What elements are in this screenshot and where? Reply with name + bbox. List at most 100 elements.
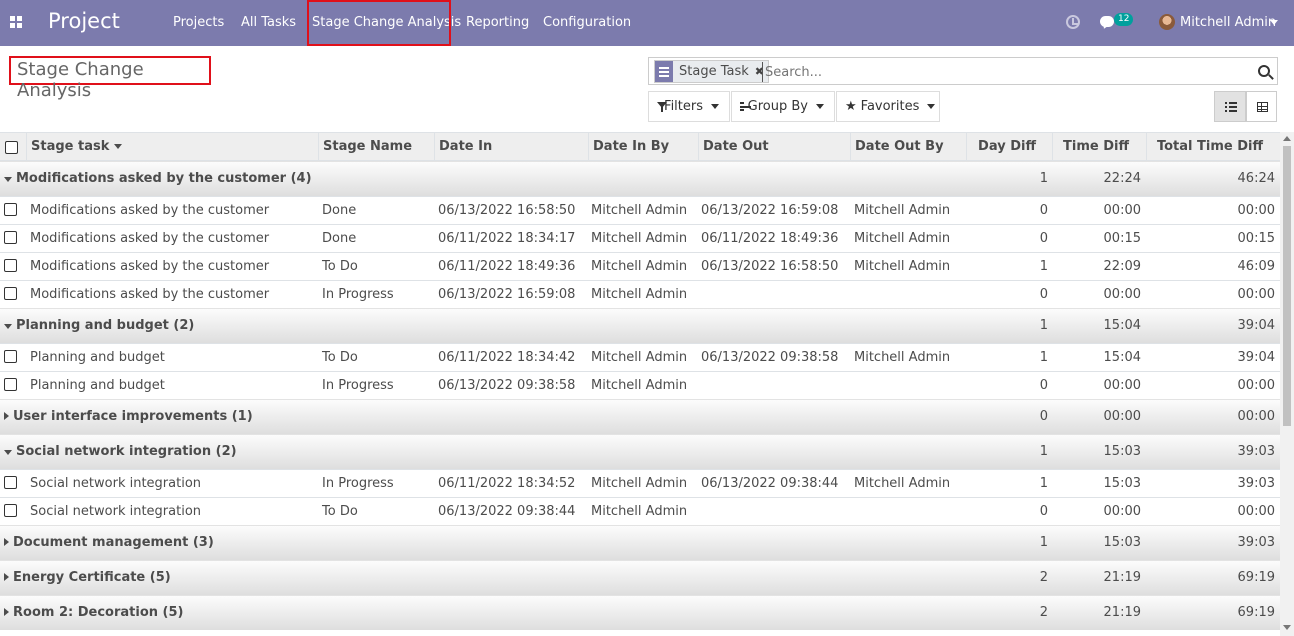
cell-stage-name: To Do	[322, 259, 358, 274]
table-row[interactable]: Modifications asked by the customer In Pr…	[0, 280, 1280, 308]
app-brand[interactable]: Project	[48, 9, 120, 33]
caret-down-icon	[4, 324, 12, 329]
col-stage-name[interactable]: Stage Name	[318, 133, 434, 160]
menu-all-tasks[interactable]: All Tasks	[241, 15, 296, 30]
row-checkbox[interactable]	[4, 476, 17, 489]
scroll-thumb[interactable]	[1283, 146, 1291, 426]
row-checkbox[interactable]	[4, 504, 17, 517]
cell-day-diff: 0	[1039, 287, 1048, 302]
caret-right-icon	[4, 412, 9, 420]
caret-down-icon	[4, 177, 12, 182]
user-menu[interactable]: Mitchell Admin	[1180, 15, 1276, 30]
cell-stage-name: In Progress	[322, 378, 394, 393]
pivot-view-button[interactable]	[1246, 91, 1277, 122]
cell-date-in: 06/13/2022 16:58:50	[438, 203, 576, 218]
menu-highlight-box	[307, 0, 451, 46]
filters-button[interactable]: Filters	[648, 91, 730, 122]
row-checkbox[interactable]	[4, 203, 17, 216]
cell-stage-task: Modifications asked by the customer	[30, 259, 270, 274]
cell-date-in-by: Mitchell Admin	[591, 231, 688, 246]
cell-stage-task: Modifications asked by the customer	[30, 287, 270, 302]
col-date-in[interactable]: Date In	[434, 133, 588, 160]
group-by-icon	[655, 61, 673, 82]
cell-total-time-diff: 00:15	[1237, 231, 1275, 246]
group-day-diff: 1	[1039, 171, 1048, 186]
cell-date-out: 06/13/2022 16:59:08	[701, 203, 839, 218]
col-stage-task[interactable]: Stage task	[26, 133, 318, 160]
group-total: 69:19	[1237, 605, 1275, 620]
cell-date-in: 06/13/2022 09:38:58	[438, 378, 576, 393]
group-row[interactable]: Document management (3) 1 15:03 39:03	[0, 525, 1280, 560]
caret-right-icon	[4, 608, 9, 616]
table-row[interactable]: Modifications asked by the customer Done 0…	[0, 196, 1280, 224]
cell-date-in-by: Mitchell Admin	[591, 504, 688, 519]
col-date-in-by[interactable]: Date In By	[588, 133, 698, 160]
row-checkbox[interactable]	[4, 231, 17, 244]
row-checkbox[interactable]	[4, 350, 17, 363]
cell-stage-task: Planning and budget	[30, 378, 165, 393]
cell-day-diff: 1	[1039, 476, 1048, 491]
cell-date-in-by: Mitchell Admin	[591, 259, 688, 274]
table-row[interactable]: Planning and budget In Progress 06/13/2022…	[0, 371, 1280, 399]
cell-date-in: 06/11/2022 18:49:36	[438, 259, 576, 274]
table-row[interactable]: Planning and budget To Do 06/11/2022 18:34…	[0, 343, 1280, 371]
cell-date-in-by: Mitchell Admin	[591, 287, 688, 302]
row-checkbox[interactable]	[4, 378, 17, 391]
menu-configuration[interactable]: Configuration	[543, 15, 631, 30]
table-header: Stage task Stage Name Date In Date In By…	[0, 132, 1280, 161]
col-date-out[interactable]: Date Out	[698, 133, 850, 160]
search-input[interactable]	[762, 62, 1242, 82]
table-row[interactable]: Social network integration In Progress 06/…	[0, 469, 1280, 497]
scroll-down-arrow-icon[interactable]	[1283, 625, 1291, 630]
filters-label: Filters	[664, 99, 703, 114]
caret-right-icon	[4, 573, 9, 581]
cell-stage-name: In Progress	[322, 476, 394, 491]
cell-stage-task: Modifications asked by the customer	[30, 231, 270, 246]
col-total-time-diff[interactable]: Total Time Diff	[1146, 133, 1280, 160]
activity-clock-icon[interactable]	[1066, 15, 1080, 29]
group-by-button[interactable]: Group By	[731, 91, 835, 122]
group-day-diff: 2	[1039, 605, 1048, 620]
col-time-diff[interactable]: Time Diff	[1052, 133, 1146, 160]
user-menu-caret-icon[interactable]	[1270, 20, 1278, 25]
group-total: 39:04	[1237, 318, 1275, 333]
messaging-icon[interactable]	[1100, 16, 1114, 27]
cell-time-diff: 00:15	[1103, 231, 1141, 246]
col-day-diff[interactable]: Day Diff	[966, 133, 1052, 160]
list-view-button[interactable]	[1214, 91, 1246, 122]
row-checkbox[interactable]	[4, 259, 17, 272]
vertical-scrollbar[interactable]	[1280, 132, 1294, 636]
cell-date-out-by: Mitchell Admin	[854, 203, 951, 218]
cell-stage-task: Planning and budget	[30, 350, 165, 365]
menu-reporting[interactable]: Reporting	[466, 15, 529, 30]
favorites-button[interactable]: ★ Favorites	[836, 91, 940, 122]
group-row[interactable]: Modifications asked by the customer (4) 1…	[0, 161, 1280, 196]
cell-date-in: 06/11/2022 18:34:17	[438, 231, 576, 246]
cell-date-in: 06/13/2022 16:59:08	[438, 287, 576, 302]
select-all-checkbox[interactable]	[5, 141, 18, 154]
cell-total-time-diff: 00:00	[1237, 378, 1275, 393]
cell-date-out-by: Mitchell Admin	[854, 231, 951, 246]
group-row[interactable]: User interface improvements (1) 0 00:00 00:…	[0, 399, 1280, 434]
apps-menu-icon[interactable]	[10, 16, 22, 28]
table-row[interactable]: Social network integration To Do 06/13/202…	[0, 497, 1280, 525]
cell-day-diff: 1	[1039, 259, 1048, 274]
group-row[interactable]: Room 2: Decoration (5) 2 21:19 69:19	[0, 595, 1280, 630]
cell-total-time-diff: 46:09	[1237, 259, 1275, 274]
user-avatar[interactable]	[1159, 14, 1175, 30]
menu-projects[interactable]: Projects	[173, 15, 224, 30]
group-total: 39:03	[1237, 444, 1275, 459]
group-row[interactable]: Planning and budget (2) 1 15:04 39:04	[0, 308, 1280, 343]
caret-down-icon	[711, 104, 719, 109]
cell-time-diff: 00:00	[1103, 203, 1141, 218]
cell-date-out-by: Mitchell Admin	[854, 259, 951, 274]
table-row[interactable]: Modifications asked by the customer To Do…	[0, 252, 1280, 280]
col-date-out-by[interactable]: Date Out By	[850, 133, 966, 160]
search-icon[interactable]	[1258, 65, 1270, 77]
cell-time-diff: 00:00	[1103, 287, 1141, 302]
group-row[interactable]: Energy Certificate (5) 2 21:19 69:19	[0, 560, 1280, 595]
row-checkbox[interactable]	[4, 287, 17, 300]
table-row[interactable]: Modifications asked by the customer Done 0…	[0, 224, 1280, 252]
group-row[interactable]: Social network integration (2) 1 15:03 39:0…	[0, 434, 1280, 469]
scroll-up-arrow-icon[interactable]	[1283, 136, 1291, 141]
